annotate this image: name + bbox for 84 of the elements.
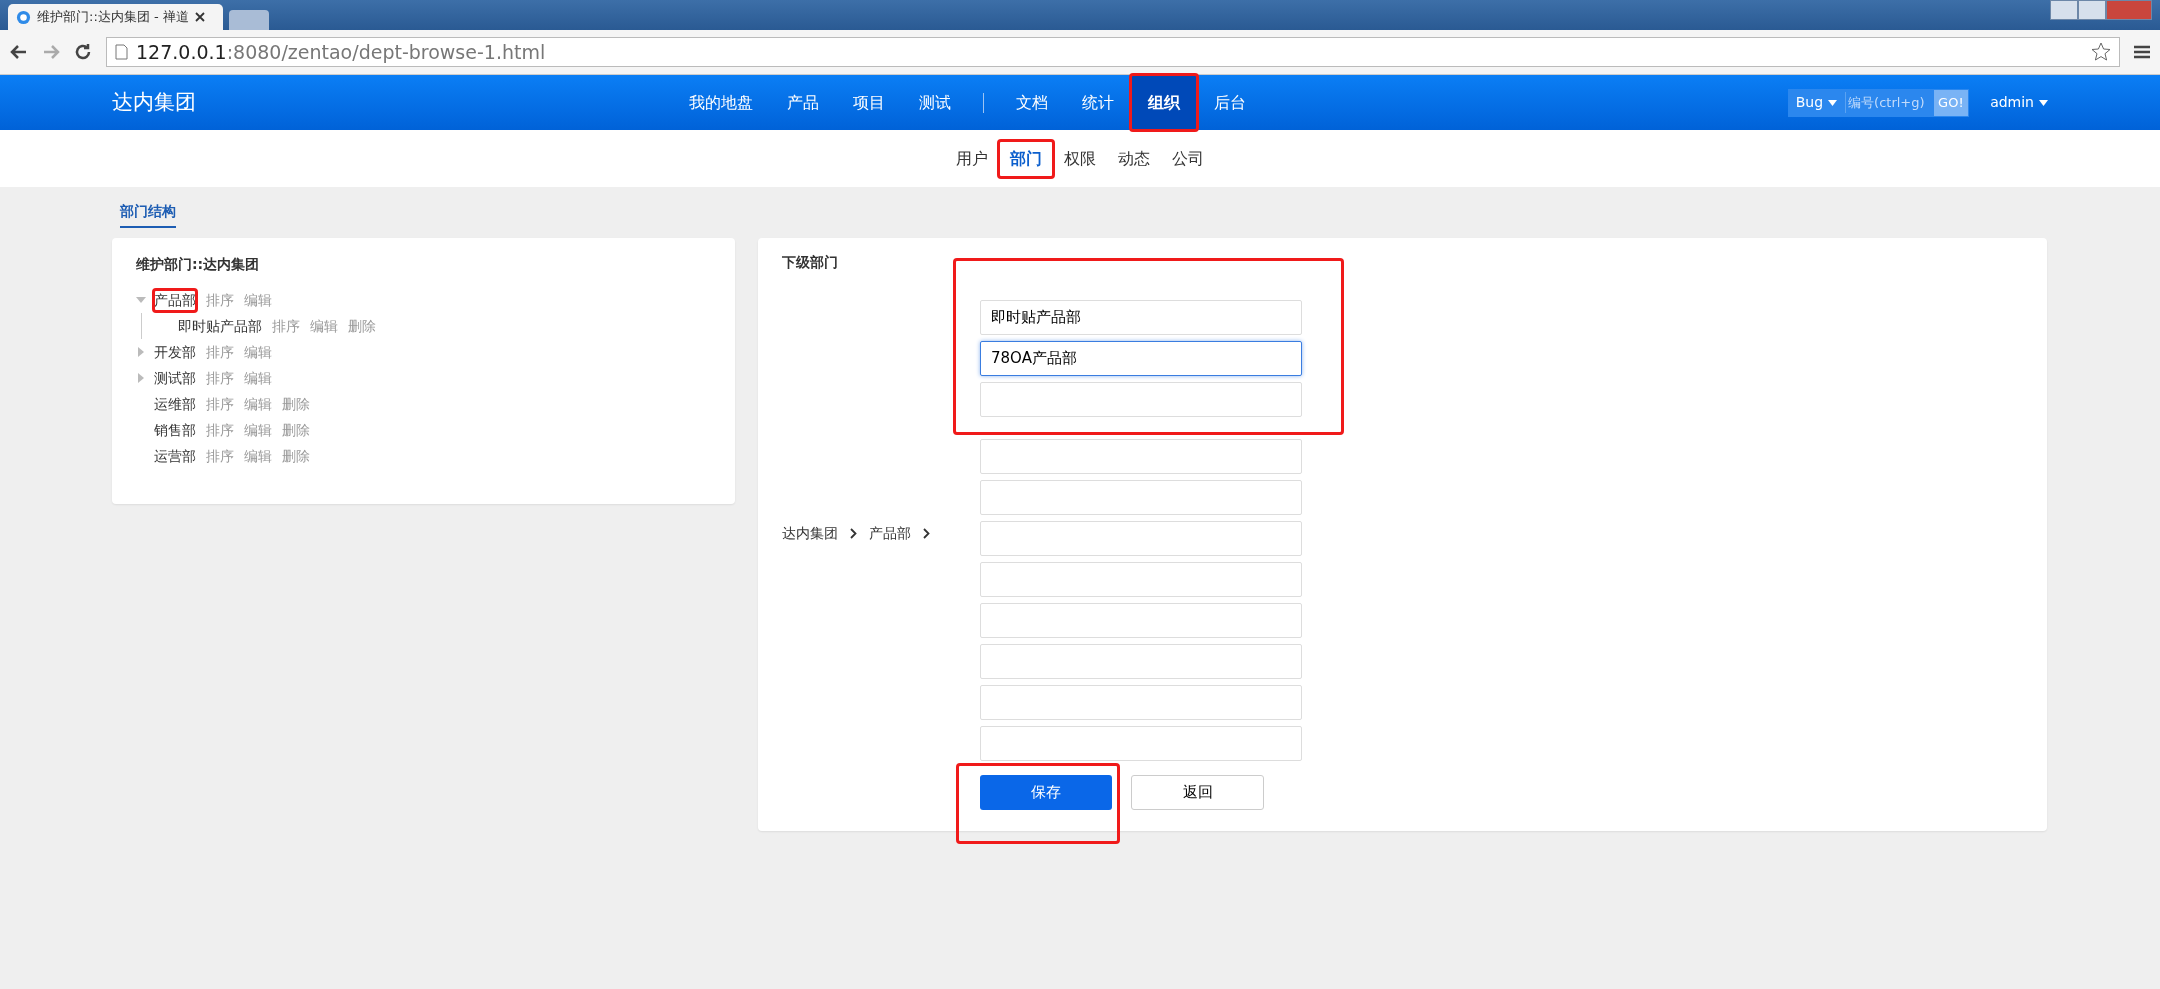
subnav-tab[interactable]: 用户 [945,140,999,177]
chevron-icon [923,528,930,539]
panel-title: 维护部门::达内集团 [136,255,261,274]
maximize-button[interactable] [2078,0,2106,20]
text-field[interactable] [980,685,1302,720]
subnav-tab[interactable]: 动态 [1107,140,1161,177]
user-menu[interactable]: admin [1990,92,2048,113]
page-tab[interactable]: 部门结构 [120,201,176,228]
tab-title: 维护部门::达内集团 - 禅道 [37,8,189,27]
nav-item[interactable]: 项目 [836,75,902,130]
back-button[interactable]: 返回 [1131,775,1264,810]
action-link[interactable]: 编辑 [310,315,338,337]
expand-icon[interactable] [136,373,146,383]
close-button[interactable] [2106,0,2152,20]
text-field[interactable] [980,562,1302,597]
department-name[interactable]: 运营部 [154,445,196,467]
action-link[interactable]: 编辑 [244,445,272,467]
department-name[interactable]: 产品部 [154,289,196,311]
nav-item[interactable]: 产品 [770,75,836,130]
nav-item[interactable]: 文档 [999,75,1065,130]
brand-logo[interactable]: 达内集团 [112,86,672,119]
action-link[interactable]: 编辑 [244,419,272,441]
action-link[interactable]: 排序 [206,289,234,311]
action-link[interactable]: 排序 [206,341,234,363]
text-field[interactable] [980,439,1302,474]
department-name[interactable]: 销售部 [154,419,196,441]
breadcrumb-item[interactable]: 产品部 [869,523,911,544]
action-link[interactable]: 排序 [272,315,300,337]
nav-item[interactable]: 组织 [1131,75,1197,130]
star-icon[interactable] [2091,42,2111,62]
panel-title: 下级部门 [782,253,839,272]
action-link[interactable]: 排序 [206,445,234,467]
forward-icon[interactable] [42,44,60,60]
text-field[interactable] [980,644,1302,679]
nav-item[interactable]: 后台 [1197,75,1263,130]
action-link[interactable]: 排序 [206,419,234,441]
nav-item[interactable]: 统计 [1065,75,1131,130]
expand-icon[interactable] [136,347,146,357]
subnav-tab[interactable]: 公司 [1161,140,1215,177]
subnav-tab[interactable]: 权限 [1053,140,1107,177]
text-field[interactable] [980,521,1302,556]
save-button[interactable]: 保存 [980,775,1112,810]
url-text: 127.0.0.1:8080/zentao/dept-browse-1.html [136,39,546,65]
close-icon[interactable] [194,12,205,22]
department-name[interactable]: 即时贴产品部 [178,315,262,337]
menu-icon[interactable] [2134,45,2150,59]
action-link[interactable]: 排序 [206,393,234,415]
action-link[interactable]: 删除 [282,445,310,467]
breadcrumb-item[interactable]: 达内集团 [782,523,838,544]
text-field[interactable] [980,382,1302,417]
text-field[interactable]: 即时贴产品部 [980,300,1302,335]
chevron-icon [850,528,857,539]
search-type-dropdown[interactable]: Bug [1787,92,1847,113]
minimize-button[interactable] [2050,0,2078,20]
text-field[interactable] [980,603,1302,638]
collapse-icon[interactable] [136,295,146,305]
text-field[interactable]: 78OA产品部 [980,341,1302,376]
page-icon [115,44,128,60]
text-field[interactable] [980,480,1302,515]
action-link[interactable]: 编辑 [244,341,272,363]
action-link[interactable]: 编辑 [244,393,272,415]
reload-icon[interactable] [74,43,92,61]
department-name[interactable]: 开发部 [154,341,196,363]
nav-item[interactable]: 我的地盘 [672,75,770,130]
department-name[interactable]: 测试部 [154,367,196,389]
caret-icon [1828,100,1838,106]
text-field[interactable] [980,726,1302,761]
action-link[interactable]: 删除 [282,419,310,441]
address-bar[interactable]: 127.0.0.1:8080/zentao/dept-browse-1.html [106,37,2120,67]
action-link[interactable]: 编辑 [244,367,272,389]
subnav-tab[interactable]: 部门 [999,140,1053,177]
browser-tab[interactable]: 维护部门::达内集团 - 禅道 [8,4,223,30]
department-name[interactable]: 运维部 [154,393,196,415]
action-link[interactable]: 编辑 [244,289,272,311]
new-tab-button[interactable] [229,10,269,30]
action-link[interactable]: 删除 [348,315,376,337]
action-link[interactable]: 删除 [282,393,310,415]
caret-icon [2039,100,2048,106]
browser-logo-icon [16,9,31,25]
back-icon[interactable] [10,44,28,60]
nav-item[interactable]: 测试 [902,75,968,130]
search-field[interactable]: 编号(ctrl+g) [1846,91,1935,114]
search-box[interactable]: Bug 编号(ctrl+g) GO! [1787,88,1969,117]
action-link[interactable]: 排序 [206,367,234,389]
